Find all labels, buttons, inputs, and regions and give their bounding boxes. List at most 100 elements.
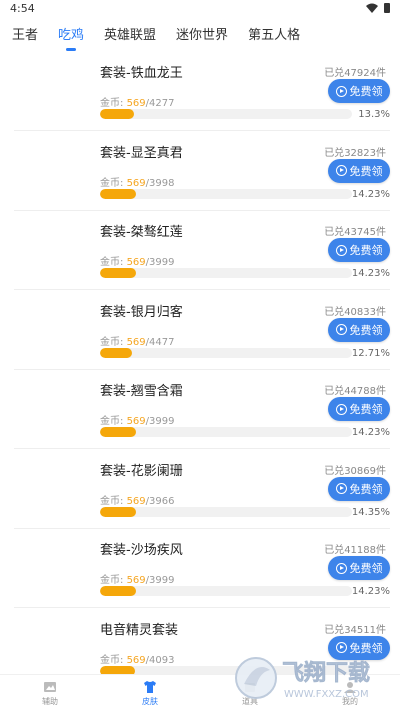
- tab-3[interactable]: 迷你世界: [176, 20, 228, 52]
- list-item[interactable]: 套装-桀骜红莲 已兑43745件 免费领 金币: 569/3999 14.23%: [0, 211, 400, 290]
- coin-need: /4277: [145, 98, 175, 109]
- coin-prefix: 金币:: [100, 257, 127, 268]
- progress-percent: 14.35%: [351, 506, 390, 518]
- coin-line: 金币: 569/3999: [100, 253, 174, 268]
- sold-prefix: 已兑: [324, 465, 345, 477]
- play-icon: [335, 244, 347, 256]
- sold-prefix: 已兑: [324, 227, 345, 238]
- list-item[interactable]: 套装-银月归客 已兑40833件 免费领金币: 569/4477 12.71%: [0, 291, 400, 370]
- coin-prefix: 金币:: [100, 98, 127, 109]
- coin-line: 金币: 569/3966: [100, 492, 174, 507]
- coin-prefix: 金币:: [100, 654, 127, 666]
- status-icons: [366, 3, 390, 13]
- sold-number: 44788: [344, 386, 376, 397]
- sold-suffix: 件: [376, 465, 386, 477]
- coin-prefix: 金币:: [100, 177, 127, 189]
- tab-2[interactable]: 英雄联盟: [104, 20, 156, 52]
- coin-prefix: 金币:: [100, 495, 127, 507]
- watermark-url: WWW.FXXZ.COM: [284, 689, 369, 700]
- sold-number: 40833: [344, 306, 376, 318]
- coin-prefix: 金币:: [100, 336, 127, 348]
- coin-have: 569: [126, 98, 146, 109]
- list-item[interactable]: 套装-铁血龙王 已兑47924件免费领金币: 569/4277 13.3%: [0, 52, 400, 131]
- play-icon: [335, 324, 347, 335]
- tab-1[interactable]: 吃鸡: [58, 20, 84, 52]
- play-icon: [335, 85, 347, 97]
- progress-fill: [100, 268, 136, 278]
- list-item[interactable]: 套装-显圣真君 已兑32823件免费领金币: 569/3998 14.23%: [0, 132, 400, 211]
- coin-need: /3999: [145, 416, 175, 427]
- coin-have: 569: [126, 257, 146, 268]
- free-claim-label: 免费领: [349, 562, 383, 575]
- free-claim-button[interactable]: 免费领: [328, 397, 390, 421]
- item-sold-count: 已兑32823件: [324, 144, 386, 159]
- coin-line: 金币: 569/4477: [100, 333, 174, 348]
- progress-bar: [100, 586, 352, 596]
- coin-need: /4477: [145, 336, 175, 348]
- list-item[interactable]: 套装-花影阑珊 已兑30869件免费领金币: 569/3966 14.35%: [0, 450, 400, 529]
- item-sold-count: 已兑30869件: [324, 462, 386, 477]
- free-claim-button[interactable]: 免费领: [328, 238, 390, 262]
- sold-number: 30869: [344, 465, 376, 477]
- play-icon: [335, 165, 347, 176]
- coin-line: 金币: 569/4277: [100, 94, 174, 109]
- nav-label: 辅助: [42, 697, 58, 706]
- coin-line: 金币: 569/4093: [100, 651, 174, 666]
- item-title: 套装-显圣真君: [100, 145, 183, 161]
- coin-have: 569: [126, 177, 146, 189]
- play-icon: [335, 562, 347, 574]
- free-claim-label: 免费领: [349, 403, 383, 416]
- nav-item-1[interactable]: 皮肤: [100, 675, 200, 712]
- item-title: 套装-桀骜红莲: [100, 225, 183, 240]
- battery-icon: [384, 3, 390, 13]
- progress-percent: 13.3%: [358, 109, 390, 120]
- tab-0[interactable]: 王者: [12, 20, 38, 52]
- coin-line: 金币: 569/3998: [100, 174, 174, 189]
- coin-line: 金币: 569/3999: [100, 412, 174, 427]
- progress-bar: [100, 268, 352, 278]
- list-item[interactable]: 套装-翘雪含霜 已兑44788件免费领金币: 569/3999 14.23%: [0, 370, 400, 449]
- skin-list[interactable]: 套装-铁血龙王 已兑47924件 免费领 金币: 569/4277 13.3% 套装-显圣…: [0, 52, 400, 674]
- free-claim-button[interactable]: 免费领: [328, 476, 390, 501]
- coin-prefix: 金币:: [100, 575, 127, 586]
- item-title: 套装-翘雪含霜: [100, 384, 183, 399]
- sold-prefix: 已兑: [324, 386, 345, 397]
- sold-suffix: 件: [376, 227, 386, 238]
- item-sold-count: 已兑44788件: [324, 382, 386, 397]
- free-claim-label: 免费领: [349, 244, 383, 257]
- tab-4[interactable]: 第五人格: [248, 20, 300, 52]
- nav-item-0[interactable]: 辅助: [0, 675, 100, 712]
- item-title: 套装-花影阑珊: [100, 463, 183, 479]
- sold-suffix: 件: [376, 624, 386, 636]
- wifi-icon: [366, 3, 378, 13]
- item-title: 套装-银月归客: [100, 304, 183, 320]
- play-icon: [335, 483, 347, 494]
- progress-bar: [100, 427, 352, 437]
- item-title: 套装-铁血龙王: [100, 66, 183, 81]
- progress-percent: 14.23%: [351, 188, 390, 200]
- sold-number: 43745: [344, 227, 376, 238]
- progress-fill: [100, 506, 137, 517]
- progress-fill: [100, 665, 136, 674]
- list-item[interactable]: 套装-沙场疾风 已兑41188件 免费领 金币: 569/3999 14.23%: [0, 529, 400, 608]
- item-sold-count: 已兑41188件: [324, 541, 386, 556]
- progress-percent: 12.71%: [351, 347, 390, 359]
- progress-percent: 14.23%: [351, 427, 390, 438]
- free-claim-label: 免费领: [349, 482, 383, 496]
- free-claim-button[interactable]: 免费领: [328, 79, 390, 103]
- item-sold-count: 已兑43745件: [324, 223, 386, 238]
- sold-suffix: 件: [376, 545, 386, 556]
- free-claim-button[interactable]: 免费领: [328, 158, 390, 183]
- sold-prefix: 已兑: [324, 68, 345, 79]
- category-tabs: 王者 吃鸡 英雄联盟 迷你世界 第五人格: [0, 20, 400, 52]
- image-icon: [44, 682, 56, 692]
- item-sold-count: 已兑47924件: [324, 64, 386, 79]
- free-claim-button[interactable]: 免费领: [328, 556, 390, 580]
- free-claim-button[interactable]: 免费领: [328, 317, 390, 342]
- free-claim-label: 免费领: [349, 164, 383, 178]
- progress-fill: [100, 347, 133, 358]
- item-sold-count: 已兑40833件: [324, 303, 386, 318]
- item-title: 套装-沙场疾风: [100, 543, 183, 558]
- status-time: 4:54: [10, 2, 35, 15]
- free-claim-label: 免费领: [349, 85, 383, 98]
